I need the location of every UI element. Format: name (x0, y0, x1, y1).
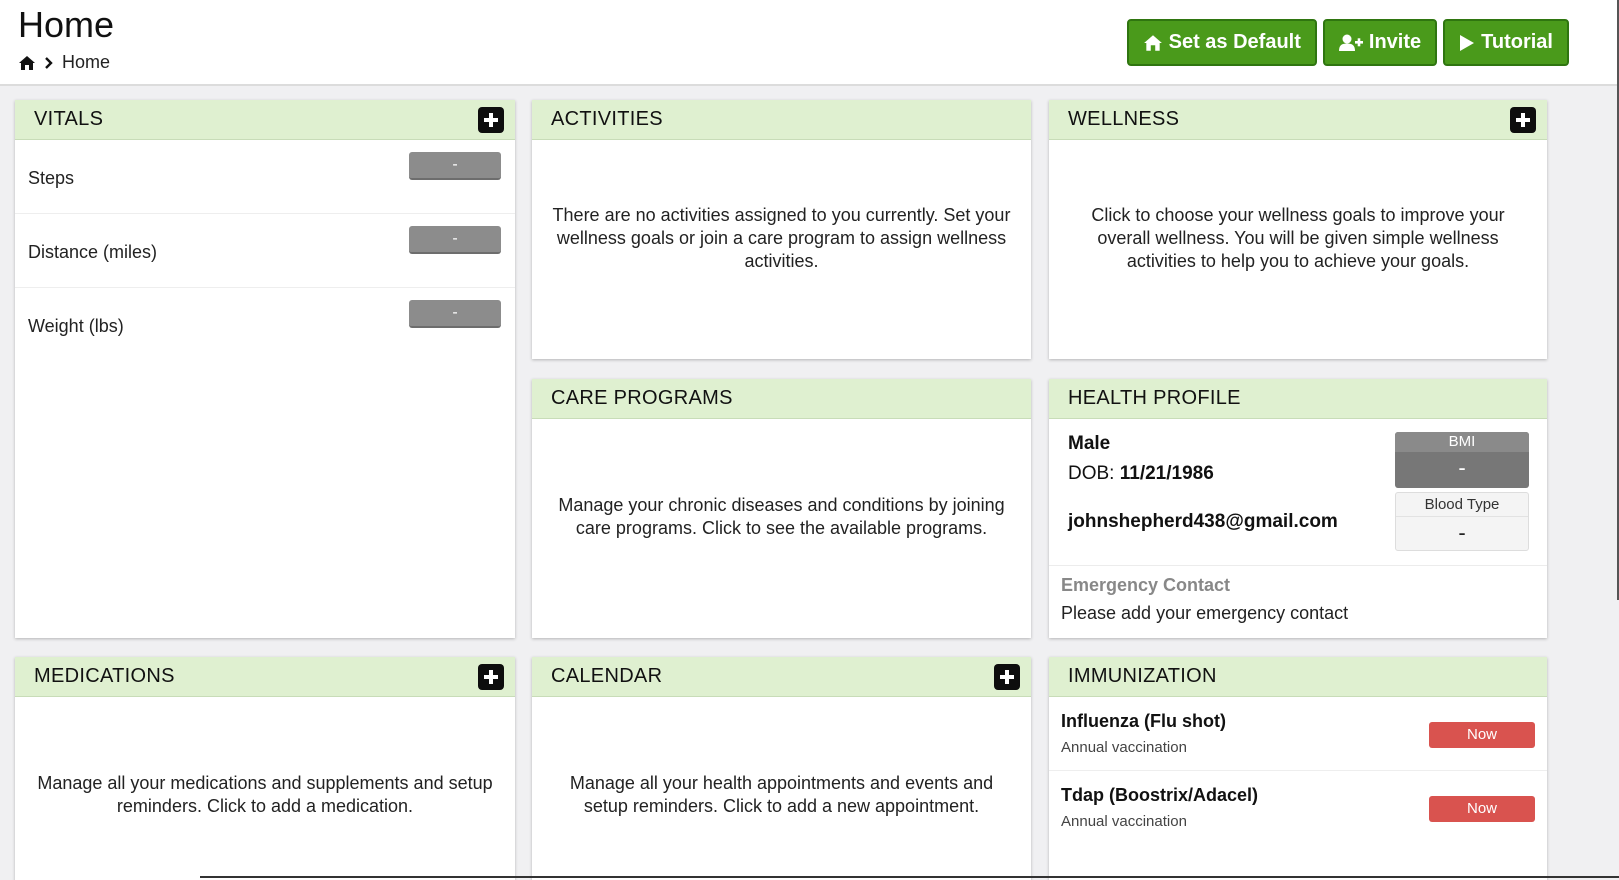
activities-header: ACTIVITIES (532, 100, 1031, 140)
plus-icon (1516, 112, 1530, 127)
vital-value[interactable]: - (409, 152, 501, 180)
vaccine-status-badge[interactable]: Now (1429, 796, 1535, 822)
care-programs-header: CARE PROGRAMS (532, 379, 1031, 419)
play-icon (1459, 34, 1475, 52)
activities-title: ACTIVITIES (551, 108, 663, 130)
immunization-header: IMMUNIZATION (1049, 657, 1547, 697)
breadcrumb-current[interactable]: Home (62, 52, 110, 73)
bmi-box[interactable]: BMI - (1395, 432, 1529, 488)
wellness-header: WELLNESS (1049, 100, 1547, 140)
page-header: Home Home Set as Default Invite Tutorial (0, 0, 1619, 86)
blood-type-box[interactable]: Blood Type - (1395, 492, 1529, 551)
plus-icon (1000, 669, 1014, 684)
health-profile-title: HEALTH PROFILE (1068, 387, 1241, 409)
date-of-birth: DOB: 11/21/1986 (1068, 463, 1214, 485)
wellness-panel[interactable]: WELLNESS Click to choose your wellness g… (1049, 100, 1547, 359)
medications-message: Manage all your medications and suppleme… (37, 773, 493, 816)
vital-label: Steps (28, 168, 75, 188)
activities-message: There are no activities assigned to you … (552, 205, 1011, 271)
vaccine-detail: Annual vaccination (1061, 813, 1187, 830)
immunization-panel: IMMUNIZATION Influenza (Flu shot) Annual… (1049, 657, 1547, 880)
add-appointment-button[interactable] (994, 663, 1020, 690)
vaccine-status-badge[interactable]: Now (1429, 722, 1535, 748)
care-programs-title: CARE PROGRAMS (551, 387, 733, 409)
chevron-right-icon (44, 56, 54, 70)
blood-type-value: - (1458, 520, 1466, 545)
immunization-row[interactable]: Tdap (Boostrix/Adacel) Annual vaccinatio… (1049, 771, 1547, 845)
medications-panel[interactable]: MEDICATIONS Manage all your medications … (15, 657, 515, 880)
home-icon (1143, 34, 1163, 52)
divider (1049, 565, 1547, 566)
user-plus-icon (1338, 34, 1363, 52)
dob-value: 11/21/1986 (1119, 463, 1214, 484)
vital-value[interactable]: - (409, 300, 501, 328)
immunization-row[interactable]: Influenza (Flu shot) Annual vaccination … (1049, 697, 1547, 771)
care-programs-message: Manage your chronic diseases and conditi… (558, 495, 1005, 538)
vitals-panel: VITALS Steps - Distance (miles) - Weight… (15, 100, 515, 638)
invite-button[interactable]: Invite (1322, 19, 1438, 66)
blood-type-label: Blood Type (1396, 493, 1528, 517)
calendar-panel[interactable]: CALENDAR Manage all your health appointm… (532, 657, 1031, 880)
medications-header: MEDICATIONS (15, 657, 515, 697)
bottom-border (200, 876, 1619, 878)
health-profile-panel: HEALTH PROFILE Male DOB: 11/21/1986 john… (1049, 379, 1547, 638)
wellness-title: WELLNESS (1068, 108, 1180, 130)
health-profile-header: HEALTH PROFILE (1049, 379, 1547, 419)
bmi-label: BMI (1395, 432, 1529, 452)
breadcrumb: Home (18, 52, 110, 73)
vital-row-weight[interactable]: Weight (lbs) - (15, 288, 515, 362)
vaccine-name: Tdap (Boostrix/Adacel) (1061, 785, 1259, 805)
vaccine-name: Influenza (Flu shot) (1061, 711, 1226, 731)
immunization-title: IMMUNIZATION (1068, 665, 1217, 687)
page-title: Home (18, 4, 115, 45)
vital-label: Distance (miles) (28, 242, 158, 262)
home-icon[interactable] (18, 55, 36, 71)
add-medication-button[interactable] (478, 663, 504, 690)
tutorial-label: Tutorial (1481, 31, 1553, 53)
set-as-default-button[interactable]: Set as Default (1126, 19, 1317, 66)
vital-label: Weight (lbs) (28, 316, 124, 336)
medications-title: MEDICATIONS (34, 665, 175, 687)
plus-icon (484, 112, 498, 127)
vitals-title: VITALS (34, 108, 104, 130)
vaccine-detail: Annual vaccination (1061, 739, 1187, 756)
care-programs-panel[interactable]: CARE PROGRAMS Manage your chronic diseas… (532, 379, 1031, 638)
dob-label: DOB: (1068, 463, 1115, 484)
activities-panel[interactable]: ACTIVITIES There are no activities assig… (532, 100, 1031, 359)
header-actions: Set as Default Invite Tutorial (1126, 19, 1569, 66)
email: johnshepherd438@gmail.com (1068, 511, 1338, 532)
add-wellness-button[interactable] (1510, 106, 1536, 133)
add-vital-button[interactable] (478, 106, 504, 133)
vital-row-steps[interactable]: Steps - (15, 140, 515, 214)
calendar-message: Manage all your health appointments and … (569, 773, 994, 816)
tutorial-button[interactable]: Tutorial (1443, 19, 1569, 66)
calendar-title: CALENDAR (551, 665, 663, 687)
emergency-contact-label: Emergency Contact (1061, 575, 1231, 595)
set-as-default-label: Set as Default (1168, 31, 1301, 53)
vital-value[interactable]: - (409, 226, 501, 254)
vital-row-distance[interactable]: Distance (miles) - (15, 214, 515, 288)
invite-label: Invite (1368, 31, 1422, 53)
wellness-message: Click to choose your wellness goals to i… (1091, 205, 1505, 271)
plus-icon (484, 669, 498, 684)
vitals-header: VITALS (15, 100, 515, 140)
bmi-value: - (1458, 455, 1466, 480)
gender: Male (1068, 433, 1111, 454)
emergency-contact-text[interactable]: Please add your emergency contact (1061, 603, 1348, 624)
calendar-header: CALENDAR (532, 657, 1031, 697)
